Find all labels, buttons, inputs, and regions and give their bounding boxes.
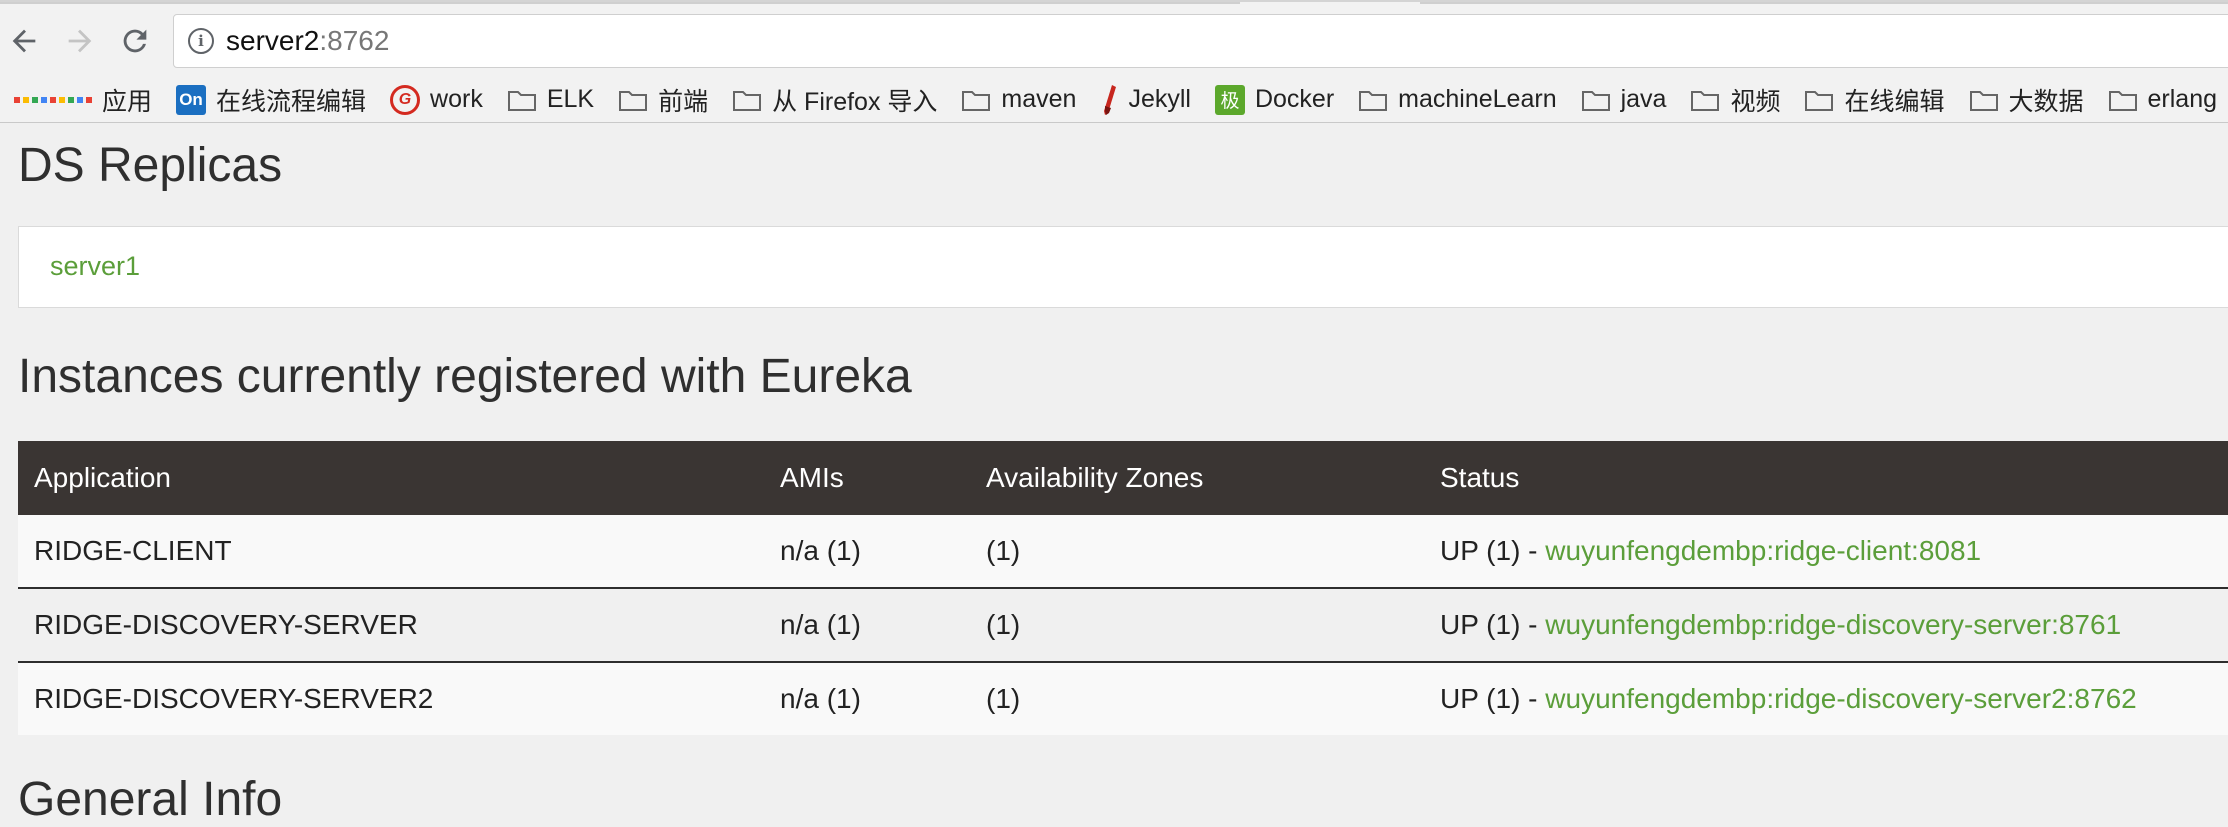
- application-cell: RIDGE-CLIENT: [18, 515, 764, 588]
- status-text: UP (1) -: [1440, 609, 1546, 640]
- bookmark-maven[interactable]: maven: [961, 85, 1076, 114]
- folder-icon: [1358, 88, 1388, 112]
- application-cell: RIDGE-DISCOVERY-SERVER: [18, 587, 764, 662]
- zones-cell: (1): [970, 661, 1424, 735]
- instances-heading: Instances currently registered with Eure…: [18, 350, 912, 403]
- status-cell: UP (1) - wuyunfengdembp:ridge-discovery-…: [1424, 587, 2228, 662]
- url-host: server2: [226, 25, 320, 56]
- bookmark-label: 在线编辑: [1844, 87, 1945, 116]
- processon-icon: On: [176, 84, 207, 115]
- table-header-row: Application AMIs Availability Zones Stat…: [18, 441, 2228, 515]
- back-button[interactable]: [3, 20, 45, 62]
- application-cell: RIDGE-DISCOVERY-SERVER2: [18, 661, 764, 735]
- bookmark-label: 前端: [658, 87, 709, 116]
- bookmark-processon[interactable]: On 在线流程编辑: [176, 82, 366, 118]
- reload-icon: [123, 29, 147, 53]
- apps-grid-icon: [14, 96, 92, 103]
- address-bar[interactable]: i server2:8762: [173, 14, 2228, 68]
- amis-cell: n/a (1): [764, 661, 970, 735]
- table-row: RIDGE-DISCOVERY-SERVER n/a (1) (1) UP (1…: [18, 587, 2228, 662]
- bookmark-label: 在线流程编辑: [216, 87, 367, 116]
- bookmark-label: erlang: [2147, 85, 2218, 113]
- status-cell: UP (1) - wuyunfengdembp:ridge-client:808…: [1424, 515, 2228, 588]
- tab-strip-edge: [0, 2, 1240, 4]
- status-text: UP (1) -: [1440, 683, 1546, 714]
- column-header-application: Application: [18, 441, 764, 515]
- instance-link[interactable]: wuyunfengdembp:ridge-discovery-server:87…: [1545, 609, 2121, 640]
- bookmarks-bar: 应用 On 在线流程编辑 G work ELK 前端 从 Firefox 导入 …: [0, 77, 2228, 123]
- table-row: RIDGE-CLIENT n/a (1) (1) UP (1) - wuyunf…: [18, 515, 2228, 588]
- page-content: DS Replicas server1 Instances currently …: [0, 124, 2228, 826]
- table-row: RIDGE-DISCOVERY-SERVER2 n/a (1) (1) UP (…: [18, 661, 2228, 735]
- reload-button[interactable]: [114, 20, 156, 62]
- bookmark-label: 应用: [102, 87, 153, 116]
- zones-cell: (1): [970, 515, 1424, 588]
- browser-toolbar: i server2:8762: [0, 0, 2228, 79]
- bookmark-java[interactable]: java: [1581, 85, 1667, 114]
- bookmark-online-edit[interactable]: 在线编辑: [1804, 82, 1945, 118]
- jike-icon: 极: [1214, 84, 1245, 115]
- bookmark-label: ELK: [546, 85, 595, 113]
- bookmark-video[interactable]: 视频: [1690, 82, 1780, 118]
- bookmark-label: Jekyll: [1128, 85, 1191, 113]
- status-text: UP (1) -: [1440, 535, 1546, 566]
- folder-icon: [618, 88, 648, 112]
- bookmark-label: maven: [1001, 85, 1077, 113]
- amis-cell: n/a (1): [764, 515, 970, 588]
- url-text: server2:8762: [226, 25, 389, 57]
- url-port: :8762: [319, 25, 390, 56]
- folder-icon: [1690, 88, 1720, 112]
- folder-icon: [732, 88, 762, 112]
- instance-link[interactable]: wuyunfengdembp:ridge-discovery-server2:8…: [1545, 683, 2136, 714]
- amis-cell: n/a (1): [764, 587, 970, 662]
- replica-link-server1[interactable]: server1: [50, 251, 140, 282]
- tab-strip-edge: [1420, 2, 2228, 4]
- status-cell: UP (1) - wuyunfengdembp:ridge-discovery-…: [1424, 661, 2228, 735]
- column-header-zones: Availability Zones: [970, 441, 1424, 515]
- zones-cell: (1): [970, 587, 1424, 662]
- bookmark-firefox-import[interactable]: 从 Firefox 导入: [732, 82, 937, 118]
- forward-button[interactable]: [59, 20, 101, 62]
- column-header-amis: AMIs: [764, 441, 970, 515]
- general-info-heading: General Info: [18, 773, 283, 826]
- bookmark-label: Docker: [1254, 85, 1335, 113]
- bookmark-elk[interactable]: ELK: [507, 85, 594, 114]
- column-header-status: Status: [1424, 441, 2228, 515]
- instances-table: Application AMIs Availability Zones Stat…: [18, 441, 2228, 735]
- folder-icon: [1581, 88, 1611, 112]
- bookmark-label: 从 Firefox 导入: [772, 87, 938, 116]
- bookmark-erlang[interactable]: erlang: [2108, 85, 2218, 114]
- instance-link[interactable]: wuyunfengdembp:ridge-client:8081: [1545, 535, 1981, 566]
- folder-icon: [507, 88, 537, 112]
- folder-icon: [1804, 88, 1834, 112]
- arrow-left-icon: [12, 29, 36, 53]
- bookmark-label: java: [1620, 85, 1667, 113]
- bookmark-work[interactable]: G work: [390, 84, 483, 115]
- bookmark-machinelearn[interactable]: machineLearn: [1358, 85, 1557, 114]
- bookmark-bigdata[interactable]: 大数据: [1969, 82, 2084, 118]
- bookmark-docker[interactable]: 极 Docker: [1214, 84, 1335, 115]
- bookmark-label: 视频: [1730, 87, 1781, 116]
- folder-icon: [1969, 88, 1999, 112]
- bookmark-apps[interactable]: 应用: [14, 82, 152, 118]
- folder-icon: [2108, 88, 2138, 112]
- bookmark-label: 大数据: [2008, 87, 2084, 116]
- replicas-panel: server1: [18, 226, 2228, 308]
- bookmark-frontend[interactable]: 前端: [618, 82, 708, 118]
- arrow-right-icon: [68, 29, 92, 53]
- bookmark-label: machineLearn: [1398, 85, 1557, 113]
- jekyll-icon: [1100, 84, 1118, 116]
- folder-icon: [961, 88, 991, 112]
- work-icon: G: [390, 84, 421, 115]
- replicas-heading: DS Replicas: [18, 139, 283, 192]
- bookmark-jekyll[interactable]: Jekyll: [1100, 84, 1191, 116]
- site-info-icon[interactable]: i: [188, 28, 214, 54]
- bookmark-label: work: [430, 85, 483, 113]
